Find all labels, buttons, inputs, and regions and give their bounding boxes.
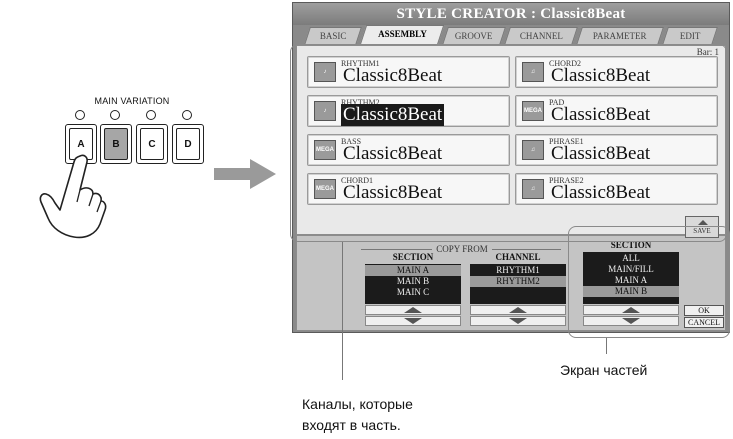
channels-caption-line2: входят в часть.	[302, 417, 401, 433]
source-channel-down-button[interactable]	[470, 316, 566, 326]
tab-groove-label: GROOVE	[455, 31, 493, 41]
parts-screen-outline	[568, 226, 730, 338]
up-arrow-icon	[509, 307, 527, 313]
tab-edit-label: EDIT	[679, 31, 701, 41]
variation-button-d[interactable]: D	[172, 124, 204, 164]
source-section-up-button[interactable]	[365, 305, 461, 315]
tab-channel-label: CHANNEL	[519, 31, 563, 41]
list-item[interactable]: RHYTHM1	[470, 265, 566, 276]
variation-button-c-label: C	[140, 128, 164, 160]
tab-groove[interactable]: GROOVE	[442, 27, 506, 45]
channels-leader-line	[342, 242, 343, 380]
pointing-hand-icon	[39, 154, 107, 239]
tab-assembly-label: ASSEMBLY	[377, 29, 427, 39]
list-item[interactable]: MAIN B	[365, 276, 461, 287]
lamp-b-icon	[110, 110, 120, 120]
main-variation-title: MAIN VARIATION	[94, 96, 170, 106]
down-arrow-icon	[404, 318, 422, 324]
tab-basic[interactable]: BASIC	[304, 27, 362, 45]
parts-screen-caption: Экран частей	[560, 362, 648, 378]
lamp-d-icon	[182, 110, 192, 120]
list-item[interactable]: MAIN A	[365, 265, 461, 276]
channels-caption-line1: Каналы, которые	[302, 396, 413, 412]
tab-assembly[interactable]: ASSEMBLY	[359, 25, 445, 45]
parts-leader-line	[606, 338, 607, 354]
up-arrow-icon	[404, 307, 422, 313]
tab-parameter[interactable]: PARAMETER	[576, 27, 664, 45]
right-arrow-icon	[214, 159, 276, 189]
source-channel-list[interactable]: RHYTHM1 RHYTHM2	[470, 264, 566, 304]
source-section-header: SECTION	[392, 252, 434, 262]
lamp-a-icon	[75, 110, 85, 120]
variation-button-c[interactable]: C	[136, 124, 168, 164]
screen-title: STYLE CREATOR : Classic8Beat	[293, 3, 729, 25]
list-item[interactable]: RHYTHM2	[470, 276, 566, 287]
source-channel-header: CHANNEL	[495, 252, 541, 262]
variation-button-d-label: D	[176, 128, 200, 160]
tab-basic-label: BASIC	[319, 31, 347, 41]
down-arrow-icon	[509, 318, 527, 324]
source-channel-up-button[interactable]	[470, 305, 566, 315]
lamp-c-icon	[146, 110, 156, 120]
tab-parameter-label: PARAMETER	[592, 31, 647, 41]
source-section-down-button[interactable]	[365, 316, 461, 326]
source-section-list[interactable]: MAIN A MAIN B MAIN C	[365, 264, 461, 304]
tab-channel[interactable]: CHANNEL	[504, 27, 578, 45]
list-item[interactable]: MAIN C	[365, 287, 461, 298]
channels-outline	[290, 44, 727, 242]
tab-bar: BASIC ASSEMBLY GROOVE CHANNEL PARAMETER …	[304, 25, 727, 45]
tab-edit[interactable]: EDIT	[662, 27, 718, 45]
